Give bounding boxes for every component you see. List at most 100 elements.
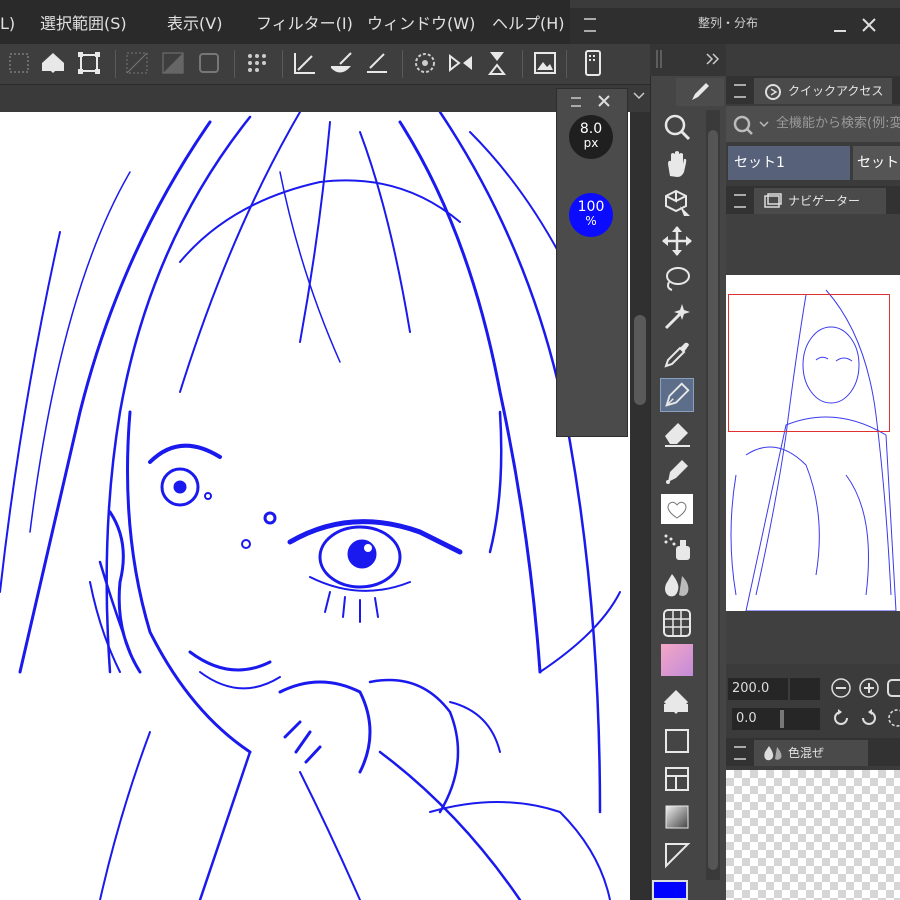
gradient-tool-icon[interactable]	[660, 800, 694, 834]
menu-bar: L) 選択範囲(S) 表示(V) フィルター(I) ウィンドウ(W) ヘルプ(H…	[0, 0, 570, 44]
menu-item-view[interactable]: 表示(V)	[167, 0, 222, 44]
close-icon[interactable]	[860, 16, 878, 34]
quick-access-header: クイックアクセス	[726, 76, 900, 104]
color-mixing-icon	[764, 746, 782, 761]
rotate-canvas-icon[interactable]	[410, 48, 440, 78]
rectangle-tool-icon[interactable]	[660, 724, 694, 758]
fit-screen-icon[interactable]	[886, 677, 900, 699]
figure-tool-icon[interactable]	[660, 606, 694, 640]
search-icon	[733, 115, 753, 135]
hand-tool-icon[interactable]	[660, 148, 694, 182]
grip-icon[interactable]	[654, 48, 664, 70]
perspective-ruler-icon[interactable]	[362, 48, 392, 78]
eyedropper-icon[interactable]	[660, 338, 694, 372]
menu-item-selection[interactable]: 選択範囲(S)	[40, 0, 127, 44]
invert-selection-icon[interactable]	[158, 48, 188, 78]
heart-brush-icon	[667, 501, 687, 519]
tab-navigator[interactable]: ナビゲーター	[754, 188, 886, 214]
minimize-icon[interactable]	[832, 18, 848, 34]
navigator-viewport-frame[interactable]	[728, 294, 890, 432]
selection-border-icon[interactable]	[194, 48, 224, 78]
brush-opacity-unit: %	[585, 214, 597, 228]
clear-outside-icon[interactable]	[122, 48, 152, 78]
zoom-slider[interactable]	[790, 678, 820, 700]
chevron-down-icon[interactable]	[630, 86, 648, 104]
navigator-icon	[764, 193, 782, 208]
image-icon[interactable]	[530, 48, 560, 78]
pen-tool-button[interactable]	[660, 378, 694, 412]
tab-color-mixing[interactable]: 色混ぜ	[754, 740, 868, 766]
tab-set-1[interactable]: セット1	[728, 146, 850, 180]
eraser-tool-icon[interactable]	[660, 416, 694, 450]
transform-icon[interactable]	[74, 48, 104, 78]
zoom-tool-icon[interactable]	[660, 110, 694, 144]
rotate-right-icon[interactable]	[858, 707, 880, 729]
smartphone-icon[interactable]	[578, 48, 608, 78]
zoom-out-icon[interactable]	[830, 677, 852, 699]
move-layer-icon[interactable]	[660, 224, 694, 258]
rotate-left-icon[interactable]	[830, 707, 852, 729]
fill-tool-icon[interactable]	[660, 686, 694, 720]
frame-border-icon[interactable]	[660, 762, 694, 796]
tone-icon[interactable]	[242, 48, 272, 78]
fill-icon[interactable]	[38, 48, 68, 78]
quick-access-search[interactable]: 全機能から検索(例:変	[726, 106, 900, 142]
close-icon[interactable]	[597, 94, 611, 108]
toolbar-separator	[282, 50, 283, 78]
pen-tab-icon	[692, 83, 709, 100]
menu-item-filter[interactable]: フィルター(I)	[256, 0, 353, 44]
brush-size-preset[interactable]: 8.0 px	[569, 115, 613, 159]
palette-menu-icon[interactable]	[571, 97, 581, 107]
tool-tab[interactable]	[676, 78, 724, 106]
panel-menu-icon[interactable]	[584, 18, 596, 32]
quick-access-icon	[765, 84, 781, 100]
ruler-icon[interactable]	[290, 48, 320, 78]
color-mixing-header: 色混ぜ	[726, 738, 900, 766]
brush-size-unit: px	[583, 136, 599, 150]
sub-tool-preview[interactable]	[661, 494, 693, 524]
tab-set-2[interactable]: セット2	[853, 146, 900, 180]
magic-wand-icon[interactable]	[660, 300, 694, 334]
canvas-scrollbar[interactable]	[630, 112, 650, 900]
brush-opacity-preset[interactable]: 100 %	[569, 193, 613, 237]
chevron-down-icon[interactable]	[758, 118, 770, 130]
tab-color-mixing-label: 色混ぜ	[788, 746, 825, 760]
flip-vertical-icon[interactable]	[482, 48, 512, 78]
reset-rotation-icon[interactable]	[886, 707, 900, 729]
menu-item-layer[interactable]: L)	[0, 0, 15, 44]
zoom-in-icon[interactable]	[858, 677, 880, 699]
panel-menu-icon[interactable]	[734, 746, 746, 760]
command-bar	[0, 44, 650, 85]
brush-size-value: 8.0	[579, 121, 603, 137]
panel-menu-icon[interactable]	[734, 194, 746, 208]
toolbar-separator	[115, 50, 116, 78]
flip-horizontal-icon[interactable]	[446, 48, 476, 78]
color-mixing-canvas[interactable]	[726, 770, 900, 900]
brush-ruler-icon[interactable]	[326, 48, 356, 78]
zoom-field[interactable]: 200.0	[728, 678, 788, 700]
chevron-double-right-icon[interactable]	[704, 50, 722, 68]
object-tool-icon[interactable]	[660, 186, 694, 220]
tool-scroll-thumb[interactable]	[708, 130, 718, 870]
toolbar-separator	[234, 50, 235, 78]
menu-item-help[interactable]: ヘルプ(H)	[492, 0, 565, 44]
blend-tool-icon[interactable]	[660, 568, 694, 602]
navigator-header: ナビゲーター	[726, 186, 900, 214]
decoration-tool-icon[interactable]	[660, 454, 694, 488]
main-color-swatch[interactable]	[652, 880, 688, 900]
airbrush-tool-icon[interactable]	[660, 530, 694, 564]
tab-quick-access[interactable]: クイックアクセス	[754, 78, 892, 104]
panel-menu-icon[interactable]	[734, 84, 746, 98]
avatar[interactable]	[661, 644, 693, 676]
rotate-slider[interactable]	[778, 708, 820, 730]
arrange-panel-title: 整列・分布	[698, 16, 759, 30]
lasso-selection-icon[interactable]	[660, 262, 694, 296]
menu-item-window[interactable]: ウィンドウ(W)	[367, 0, 475, 44]
correct-line-icon[interactable]	[660, 838, 694, 872]
arrange-panel-header: 整列・分布	[570, 8, 900, 44]
brush-opacity-value: 100	[577, 199, 605, 215]
canvas-scroll-thumb[interactable]	[634, 315, 646, 405]
drawing-canvas[interactable]	[0, 112, 630, 900]
selection-tool-icon[interactable]	[4, 48, 34, 78]
toolbar-separator	[522, 50, 523, 78]
